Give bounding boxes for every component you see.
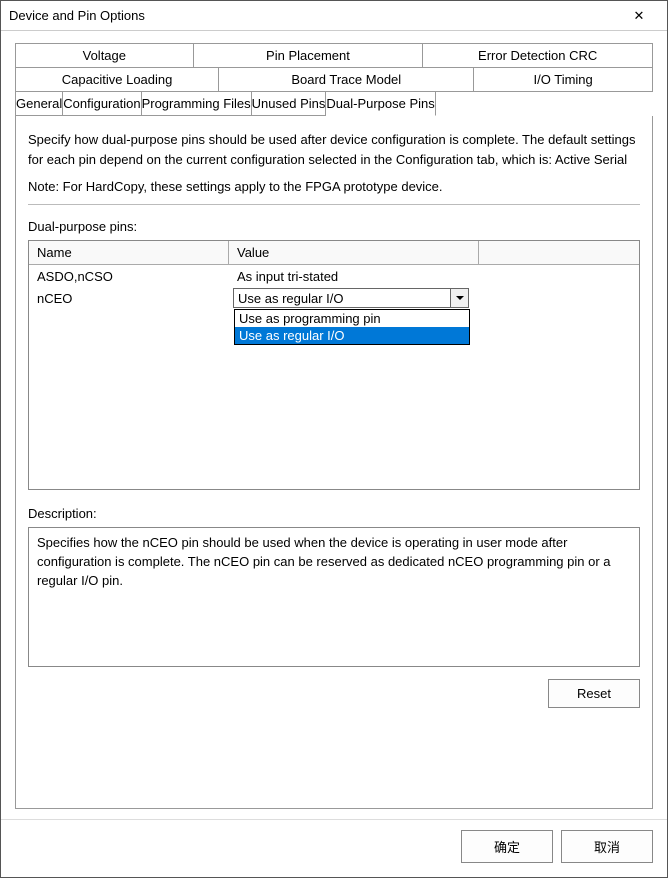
tab-dual-purpose-pins[interactable]: Dual-Purpose Pins (326, 92, 435, 116)
pins-table: Name Value ASDO,nCSO As input tri-stated… (28, 240, 640, 490)
tab-label: Voltage (83, 48, 126, 63)
tab-label: Board Trace Model (291, 72, 401, 87)
intro-text: Specify how dual-purpose pins should be … (28, 130, 640, 169)
tab-general[interactable]: General (15, 92, 63, 116)
tab-pin-placement[interactable]: Pin Placement (194, 43, 424, 68)
cancel-button[interactable]: 取消 (561, 830, 653, 863)
note-text: Note: For HardCopy, these settings apply… (28, 179, 640, 194)
close-icon: ✕ (634, 8, 645, 24)
value-combobox[interactable]: Use as regular I/O Use as programming pi… (233, 288, 469, 308)
table-row[interactable]: ASDO,nCSO As input tri-stated (29, 265, 639, 287)
tab-label: Configuration (63, 96, 140, 111)
tab-unused-pins[interactable]: Unused Pins (252, 92, 327, 116)
titlebar: Device and Pin Options ✕ (1, 1, 667, 31)
tab-label: Programming Files (142, 96, 251, 111)
tab-label: I/O Timing (534, 72, 593, 87)
tab-label: General (16, 96, 62, 111)
cell-name: nCEO (29, 291, 229, 306)
tab-label: Pin Placement (266, 48, 350, 63)
ok-button[interactable]: 确定 (461, 830, 553, 863)
cell-value[interactable]: As input tri-stated (229, 269, 479, 284)
tab-label: Unused Pins (252, 96, 326, 111)
tabs-container: Voltage Pin Placement Error Detection CR… (15, 43, 653, 116)
tab-label: Error Detection CRC (478, 48, 597, 63)
separator (28, 204, 640, 205)
tab-label: Dual-Purpose Pins (326, 96, 434, 111)
col-header-empty (479, 241, 639, 264)
content-area: Voltage Pin Placement Error Detection CR… (1, 31, 667, 819)
tab-capacitive-loading[interactable]: Capacitive Loading (15, 68, 219, 92)
reset-button[interactable]: Reset (548, 679, 640, 708)
col-header-value[interactable]: Value (229, 241, 479, 264)
table-body: ASDO,nCSO As input tri-stated nCEO Use a… (29, 265, 639, 309)
cell-name: ASDO,nCSO (29, 269, 229, 284)
table-header: Name Value (29, 241, 639, 265)
combo-dropdown: Use as programming pin Use as regular I/… (234, 309, 470, 345)
description-box: Specifies how the nCEO pin should be use… (28, 527, 640, 667)
table-row[interactable]: nCEO Use as regular I/O Use as programmi… (29, 287, 639, 309)
close-button[interactable]: ✕ (619, 2, 659, 30)
tab-error-detection-crc[interactable]: Error Detection CRC (423, 43, 653, 68)
dialog-button-bar: 确定 取消 (1, 819, 667, 877)
tab-board-trace-model[interactable]: Board Trace Model (219, 68, 474, 92)
tab-label: Capacitive Loading (62, 72, 173, 87)
cell-value-combo[interactable]: Use as regular I/O Use as programming pi… (229, 288, 479, 308)
dropdown-option[interactable]: Use as programming pin (235, 310, 469, 327)
tab-voltage[interactable]: Voltage (15, 43, 194, 68)
window-title: Device and Pin Options (9, 8, 145, 23)
dropdown-option[interactable]: Use as regular I/O (235, 327, 469, 344)
combo-selected: Use as regular I/O (238, 291, 344, 306)
chevron-down-icon[interactable] (450, 289, 468, 307)
description-label: Description: (28, 506, 640, 521)
tab-configuration[interactable]: Configuration (63, 92, 141, 116)
tab-programming-files[interactable]: Programming Files (142, 92, 252, 116)
col-header-name[interactable]: Name (29, 241, 229, 264)
section-label: Dual-purpose pins: (28, 219, 640, 234)
tab-io-timing[interactable]: I/O Timing (474, 68, 653, 92)
dialog-window: Device and Pin Options ✕ Voltage Pin Pla… (0, 0, 668, 878)
reset-row: Reset (28, 679, 640, 708)
tab-panel: Specify how dual-purpose pins should be … (15, 116, 653, 809)
